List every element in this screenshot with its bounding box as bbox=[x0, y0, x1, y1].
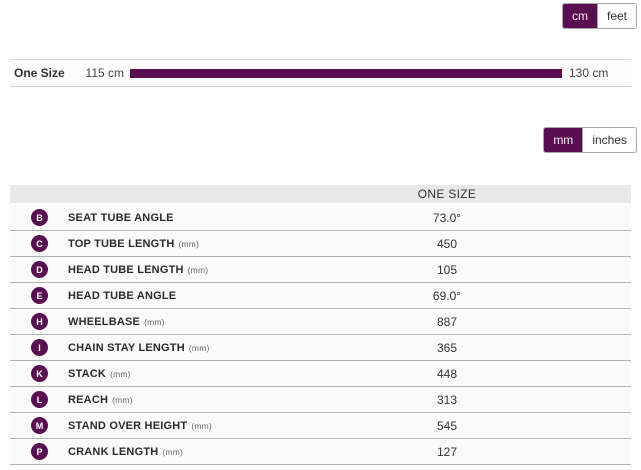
row-label-cell: M STAND OVER HEIGHT (mm) bbox=[10, 417, 263, 434]
table-row: I CHAIN STAY LENGTH (mm) 365 bbox=[10, 335, 631, 361]
dimension-value: 127 bbox=[263, 445, 631, 459]
dimension-value: 887 bbox=[263, 315, 631, 329]
table-row: C TOP TUBE LENGTH (mm) 450 bbox=[10, 231, 631, 257]
dimension-badge: I bbox=[31, 339, 48, 356]
dimension-label: STAND OVER HEIGHT (mm) bbox=[68, 420, 212, 432]
dimension-label-text: CHAIN STAY LENGTH bbox=[68, 342, 185, 354]
geometry-table-body: B SEAT TUBE ANGLE 73.0° C TOP TUBE LENGT… bbox=[10, 203, 631, 465]
frame-unit-cm-button[interactable]: cm bbox=[563, 4, 597, 28]
dimension-value: 450 bbox=[263, 237, 631, 251]
dimension-label: HEAD TUBE ANGLE bbox=[68, 290, 180, 302]
dimension-label-text: STACK bbox=[68, 368, 106, 380]
dimension-value: 545 bbox=[263, 419, 631, 433]
row-label-cell: E HEAD TUBE ANGLE bbox=[10, 287, 263, 304]
row-label-cell: C TOP TUBE LENGTH (mm) bbox=[10, 235, 263, 252]
size-max-label: 130 cm bbox=[569, 66, 631, 80]
table-row: D HEAD TUBE LENGTH (mm) 105 bbox=[10, 257, 631, 283]
dimension-label-text: CRANK LENGTH bbox=[68, 446, 158, 458]
dimension-badge: B bbox=[31, 209, 48, 226]
size-range-bar bbox=[130, 69, 562, 78]
dimension-unit: (mm) bbox=[179, 239, 200, 249]
dimension-label: REACH (mm) bbox=[68, 394, 133, 406]
dimension-label-text: SEAT TUBE ANGLE bbox=[68, 212, 174, 224]
dimension-label: CHAIN STAY LENGTH (mm) bbox=[68, 342, 210, 354]
dimension-label-text: REACH bbox=[68, 394, 108, 406]
dimension-unit: (mm) bbox=[191, 421, 212, 431]
row-label-cell: L REACH (mm) bbox=[10, 391, 263, 408]
row-label-cell: D HEAD TUBE LENGTH (mm) bbox=[10, 261, 263, 278]
dimension-badge: H bbox=[31, 313, 48, 330]
dimension-label: HEAD TUBE LENGTH (mm) bbox=[68, 264, 208, 276]
size-min-label: 115 cm bbox=[80, 66, 124, 80]
dimension-label-text: STAND OVER HEIGHT bbox=[68, 420, 187, 432]
row-label-cell: H WHEELBASE (mm) bbox=[10, 313, 263, 330]
geometry-unit-inches-button[interactable]: inches bbox=[582, 128, 636, 152]
size-chart-row: One Size 115 cm 130 cm bbox=[10, 59, 631, 87]
dimension-label: CRANK LENGTH (mm) bbox=[68, 446, 183, 458]
table-row: P CRANK LENGTH (mm) 127 bbox=[10, 439, 631, 465]
dimension-value: 313 bbox=[263, 393, 631, 407]
geometry-table: ONE SIZE B SEAT TUBE ANGLE 73.0° C TOP T… bbox=[10, 185, 631, 465]
dimension-label: STACK (mm) bbox=[68, 368, 131, 380]
row-label-cell: P CRANK LENGTH (mm) bbox=[10, 443, 263, 460]
dimension-badge: K bbox=[31, 365, 48, 382]
dimension-unit: (mm) bbox=[110, 369, 131, 379]
dimension-unit: (mm) bbox=[144, 317, 165, 327]
table-row: H WHEELBASE (mm) 887 bbox=[10, 309, 631, 335]
table-row: M STAND OVER HEIGHT (mm) 545 bbox=[10, 413, 631, 439]
dimension-badge: M bbox=[31, 417, 48, 434]
dimension-value: 69.0° bbox=[263, 289, 631, 303]
geometry-unit-toolbar: mm inches bbox=[0, 87, 641, 153]
row-label-cell: I CHAIN STAY LENGTH (mm) bbox=[10, 339, 263, 356]
dimension-label-text: HEAD TUBE ANGLE bbox=[68, 290, 176, 302]
table-row: E HEAD TUBE ANGLE 69.0° bbox=[10, 283, 631, 309]
dimension-badge: L bbox=[31, 391, 48, 408]
table-row: L REACH (mm) 313 bbox=[10, 387, 631, 413]
dimension-label: SEAT TUBE ANGLE bbox=[68, 212, 178, 224]
dimension-label-text: HEAD TUBE LENGTH bbox=[68, 264, 184, 276]
size-name-label: One Size bbox=[10, 66, 80, 80]
dimension-value: 365 bbox=[263, 341, 631, 355]
dimension-badge: D bbox=[31, 261, 48, 278]
dimension-unit: (mm) bbox=[162, 447, 183, 457]
dimension-value: 105 bbox=[263, 263, 631, 277]
frame-unit-feet-button[interactable]: feet bbox=[597, 4, 636, 28]
dimension-value: 448 bbox=[263, 367, 631, 381]
frame-unit-toggle: cm feet bbox=[562, 3, 637, 29]
dimension-label: WHEELBASE (mm) bbox=[68, 316, 165, 328]
dimension-label-text: TOP TUBE LENGTH bbox=[68, 238, 175, 250]
size-column-header: ONE SIZE bbox=[263, 187, 631, 201]
table-row: B SEAT TUBE ANGLE 73.0° bbox=[10, 205, 631, 231]
dimension-value: 73.0° bbox=[263, 211, 631, 225]
table-row: K STACK (mm) 448 bbox=[10, 361, 631, 387]
row-label-cell: B SEAT TUBE ANGLE bbox=[10, 209, 263, 226]
geometry-table-header: ONE SIZE bbox=[10, 185, 631, 203]
dimension-unit: (mm) bbox=[189, 343, 210, 353]
dimension-label: TOP TUBE LENGTH (mm) bbox=[68, 238, 199, 250]
frame-unit-toolbar: cm feet bbox=[0, 0, 641, 29]
row-label-cell: K STACK (mm) bbox=[10, 365, 263, 382]
dimension-unit: (mm) bbox=[188, 265, 209, 275]
geometry-unit-toggle: mm inches bbox=[543, 127, 637, 153]
dimension-badge: E bbox=[31, 287, 48, 304]
dimension-label-text: WHEELBASE bbox=[68, 316, 140, 328]
dimension-badge: P bbox=[31, 443, 48, 460]
dimension-badge: C bbox=[31, 235, 48, 252]
geometry-unit-mm-button[interactable]: mm bbox=[544, 128, 582, 152]
dimension-unit: (mm) bbox=[112, 395, 133, 405]
